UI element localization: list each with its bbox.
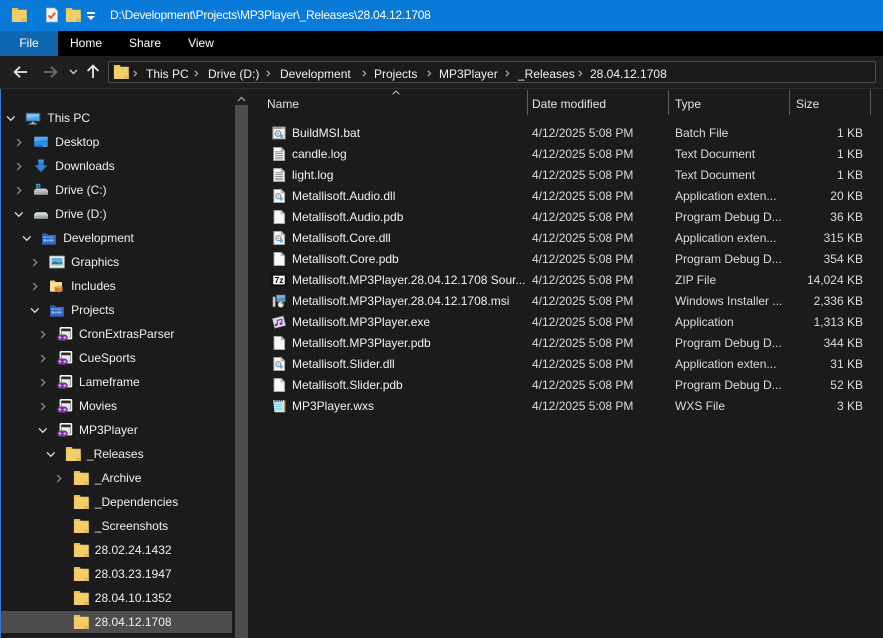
svg-text:7z: 7z (274, 275, 283, 285)
